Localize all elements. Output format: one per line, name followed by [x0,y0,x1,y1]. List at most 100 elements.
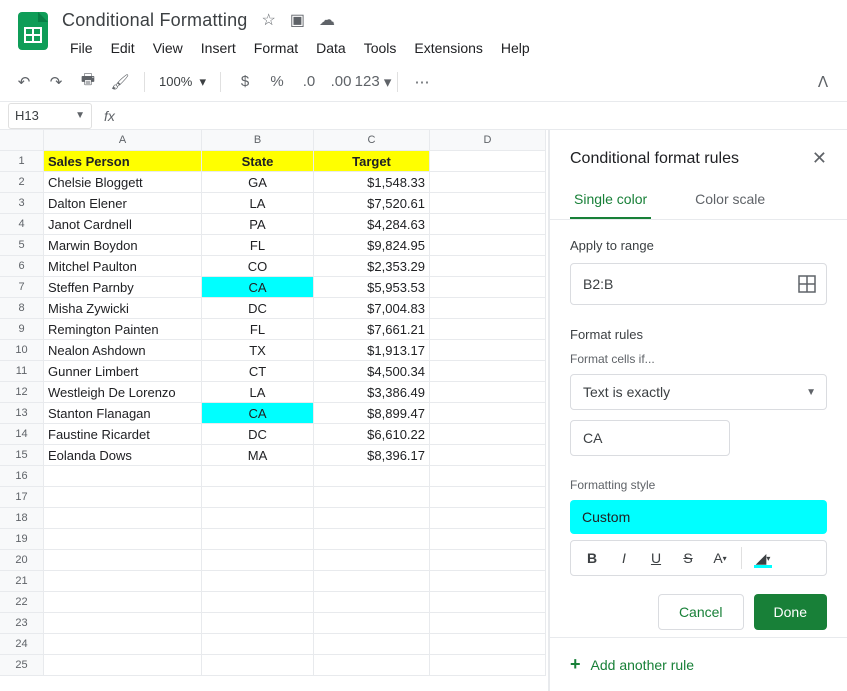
row-header[interactable]: 23 [0,613,44,634]
cell[interactable]: $2,353.29 [314,256,430,277]
decrease-decimal-button[interactable]: .0 [295,68,323,96]
cell[interactable]: Gunner Limbert [44,361,202,382]
cell[interactable]: Mitchel Paulton [44,256,202,277]
cell[interactable] [314,550,430,571]
star-icon[interactable]: ☆ [262,10,276,30]
cell[interactable] [44,655,202,676]
cell[interactable]: CA [202,277,314,298]
cell[interactable]: Nealon Ashdown [44,340,202,361]
cell[interactable] [430,508,546,529]
cell[interactable]: Janot Cardnell [44,214,202,235]
text-color-button[interactable]: A▾ [705,544,735,572]
bold-button[interactable]: B [577,544,607,572]
row-header[interactable]: 8 [0,298,44,319]
cell[interactable]: Misha Zywicki [44,298,202,319]
menu-format[interactable]: Format [246,36,306,60]
number-format-dropdown[interactable]: 123 ▾ [359,68,387,96]
cell[interactable] [430,466,546,487]
cell[interactable] [430,424,546,445]
cell[interactable]: Remington Painten [44,319,202,340]
select-range-icon[interactable] [798,275,816,293]
cell[interactable] [44,529,202,550]
cell[interactable]: Steffen Parnby [44,277,202,298]
cell[interactable]: CT [202,361,314,382]
row-header[interactable]: 18 [0,508,44,529]
cell[interactable]: $1,548.33 [314,172,430,193]
cell[interactable]: LA [202,193,314,214]
row-header[interactable]: 7 [0,277,44,298]
cell[interactable] [44,508,202,529]
cell[interactable] [314,613,430,634]
underline-button[interactable]: U [641,544,671,572]
cell[interactable]: State [202,151,314,172]
cell[interactable]: FL [202,319,314,340]
cell[interactable] [430,193,546,214]
cell[interactable] [430,340,546,361]
row-header[interactable]: 21 [0,571,44,592]
row-header[interactable]: 22 [0,592,44,613]
cell[interactable]: $1,913.17 [314,340,430,361]
increase-decimal-button[interactable]: .00 [327,68,355,96]
menu-insert[interactable]: Insert [193,36,244,60]
cell[interactable]: Target [314,151,430,172]
spreadsheet-grid[interactable]: ABCD1Sales PersonStateTarget2Chelsie Blo… [0,130,548,676]
fill-color-button[interactable]: ◢▾ [748,544,778,572]
row-header[interactable]: 13 [0,403,44,424]
cell[interactable] [430,319,546,340]
row-header[interactable]: 6 [0,256,44,277]
column-header[interactable]: D [430,130,546,151]
cell[interactable] [430,592,546,613]
cell[interactable] [202,613,314,634]
cell[interactable] [44,592,202,613]
percent-button[interactable]: % [263,68,291,96]
done-button[interactable]: Done [754,594,827,630]
cell[interactable] [430,613,546,634]
row-header[interactable]: 10 [0,340,44,361]
cell[interactable]: Eolanda Dows [44,445,202,466]
cell[interactable]: PA [202,214,314,235]
cell[interactable] [430,655,546,676]
cell[interactable] [430,256,546,277]
row-header[interactable]: 4 [0,214,44,235]
cell[interactable]: Westleigh De Lorenzo [44,382,202,403]
cell[interactable] [202,571,314,592]
row-header[interactable]: 1 [0,151,44,172]
cell[interactable]: Faustine Ricardet [44,424,202,445]
column-header[interactable]: B [202,130,314,151]
cell[interactable] [202,655,314,676]
cell[interactable]: CO [202,256,314,277]
cell[interactable] [430,382,546,403]
menu-data[interactable]: Data [308,36,354,60]
row-header[interactable]: 3 [0,193,44,214]
tab-single-color[interactable]: Single color [570,181,651,219]
cell[interactable]: DC [202,424,314,445]
cell[interactable] [202,529,314,550]
cell[interactable] [44,550,202,571]
menu-view[interactable]: View [145,36,191,60]
cell[interactable] [430,235,546,256]
menu-extensions[interactable]: Extensions [406,36,490,60]
row-header[interactable]: 5 [0,235,44,256]
cell[interactable] [202,634,314,655]
cell[interactable] [314,592,430,613]
cell[interactable] [430,487,546,508]
undo-button[interactable]: ↶ [10,68,38,96]
cell[interactable]: MA [202,445,314,466]
formula-input[interactable] [127,102,847,129]
cell[interactable]: GA [202,172,314,193]
cell[interactable]: FL [202,235,314,256]
cell[interactable] [314,487,430,508]
cell[interactable] [430,403,546,424]
column-header[interactable]: C [314,130,430,151]
cell[interactable] [430,361,546,382]
cell[interactable] [202,466,314,487]
cell[interactable] [430,550,546,571]
collapse-toolbar-button[interactable]: ᐱ [809,68,837,96]
cell[interactable]: $7,661.21 [314,319,430,340]
cell[interactable]: Chelsie Bloggett [44,172,202,193]
row-header[interactable]: 12 [0,382,44,403]
cell[interactable]: $7,520.61 [314,193,430,214]
cell[interactable] [430,277,546,298]
cell[interactable] [44,466,202,487]
cell[interactable] [314,466,430,487]
